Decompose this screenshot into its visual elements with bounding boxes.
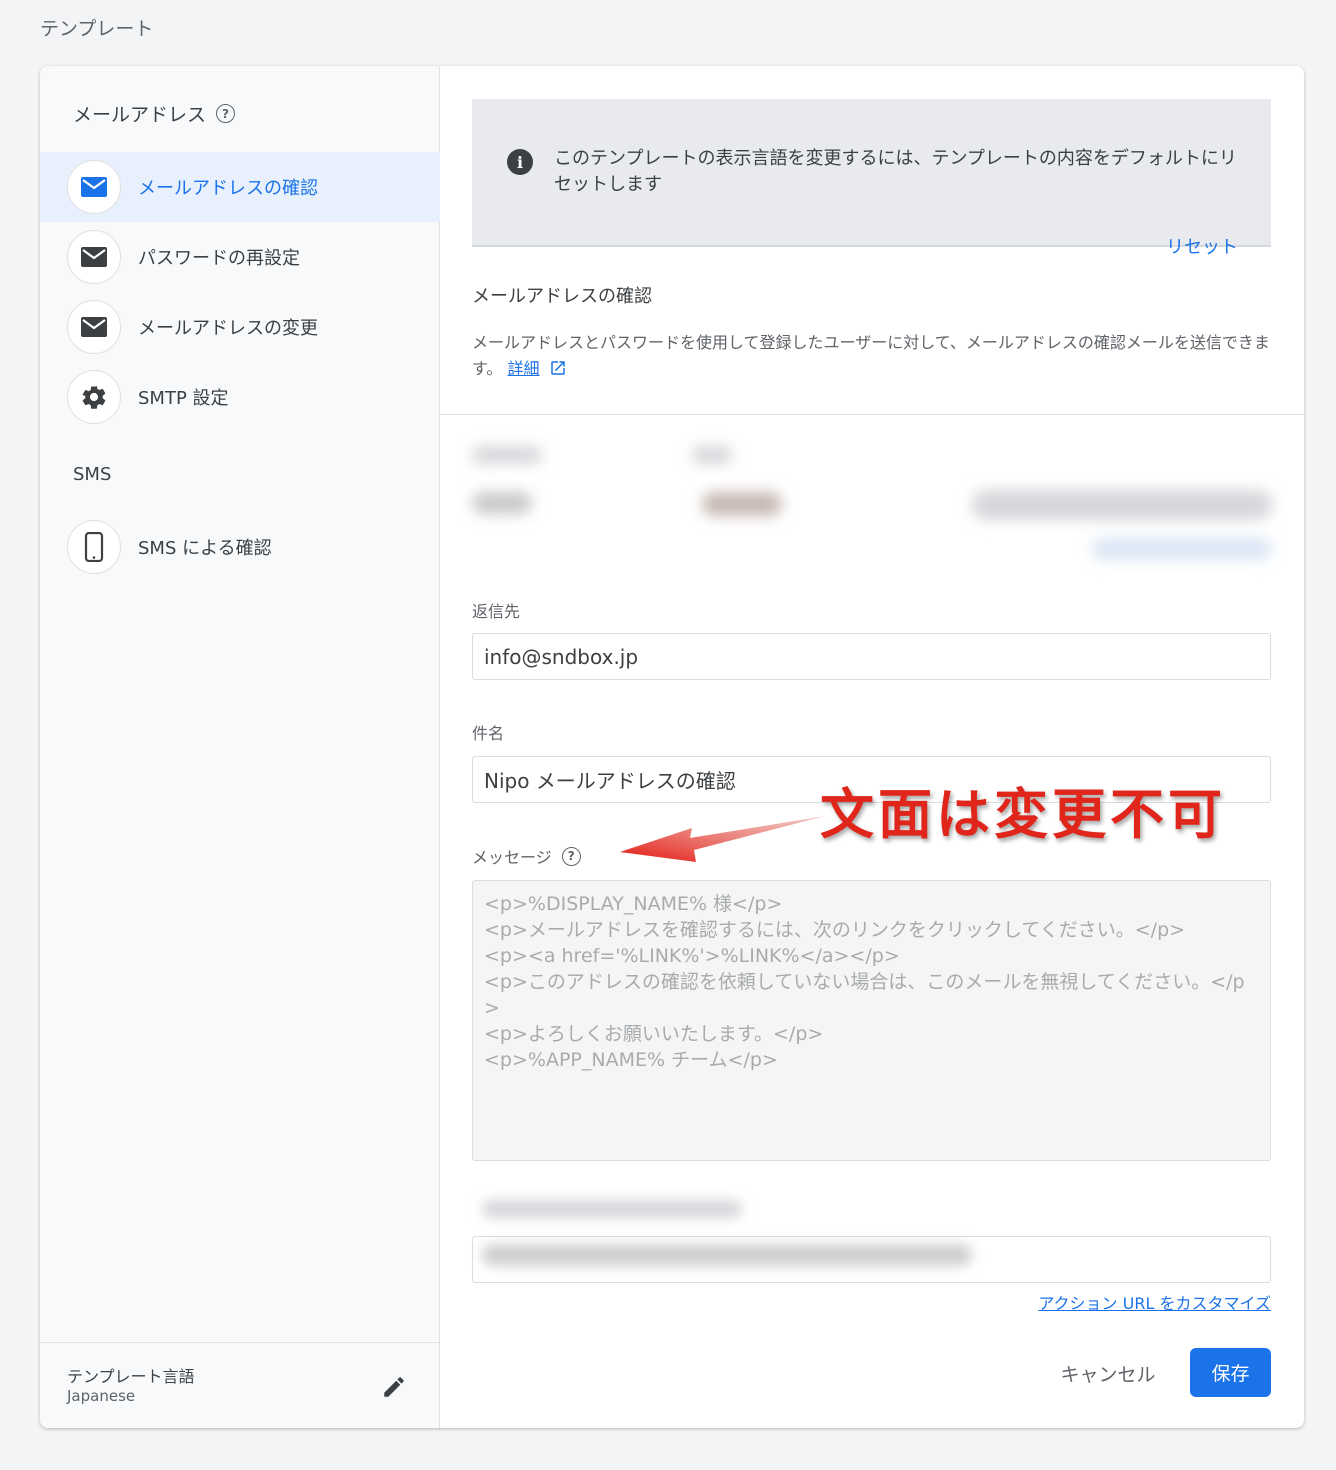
- reply-to-label: 返信先: [472, 602, 521, 621]
- template-language-value: Japanese: [67, 1387, 136, 1405]
- section-title: メールアドレスの確認: [472, 286, 652, 307]
- reset-link[interactable]: リセット: [1166, 233, 1238, 259]
- info-banner: i このテンプレートの表示言語を変更するには、テンプレートの内容をデフォルトにリ…: [472, 99, 1271, 258]
- annotation-text: 文面は変更不可: [820, 782, 1226, 846]
- edit-language-button[interactable]: [376, 1369, 412, 1405]
- annotation-arrow-icon: [620, 816, 825, 862]
- save-button[interactable]: 保存: [1190, 1348, 1271, 1397]
- info-icon: i: [507, 149, 533, 175]
- customize-action-url-link[interactable]: アクション URL をカスタマイズ: [1038, 1290, 1271, 1314]
- sidebar-item-email-verification[interactable]: メールアドレスの確認: [40, 152, 440, 222]
- template-language-label: テンプレート言語: [67, 1367, 195, 1386]
- action-url-input[interactable]: [472, 1236, 1271, 1283]
- cancel-button[interactable]: キャンセル: [1047, 1350, 1169, 1396]
- pencil-icon: [384, 1377, 404, 1397]
- sidebar-item-password-reset[interactable]: パスワードの再設定: [40, 222, 440, 292]
- message-label: メッセージ: [472, 848, 552, 867]
- sidebar-item-label: SMS による確認: [138, 538, 272, 559]
- section-description: メールアドレスとパスワードを使用して登録したユーザーに対して、メールアドレスの確…: [472, 330, 1272, 382]
- email-section-heading: メールアドレス ?: [73, 100, 236, 127]
- info-text: このテンプレートの表示言語を変更するには、テンプレートの内容をデフォルトにリセッ…: [554, 148, 1237, 195]
- sidebar-item-label: メールアドレスの確認: [138, 178, 318, 199]
- sidebar-item-smtp-settings[interactable]: SMTP 設定: [40, 362, 440, 432]
- mail-icon: [67, 300, 121, 354]
- sidebar-item-sms-verification[interactable]: SMS による確認: [40, 512, 440, 582]
- sidebar-item-label: パスワードの再設定: [138, 248, 300, 269]
- details-link[interactable]: 詳細: [508, 359, 540, 378]
- sidebar-item-email-change[interactable]: メールアドレスの変更: [40, 292, 440, 362]
- template-language-footer: テンプレート言語 Japanese: [40, 1342, 440, 1428]
- reply-to-input[interactable]: info@sndbox.jp: [472, 633, 1271, 680]
- phone-icon: [67, 520, 121, 574]
- gear-icon: [67, 370, 121, 424]
- email-heading-label: メールアドレス: [73, 104, 207, 126]
- message-label-row: メッセージ ?: [472, 844, 581, 868]
- subject-label: 件名: [472, 724, 505, 743]
- main-panel: i このテンプレートの表示言語を変更するには、テンプレートの内容をデフォルトにリ…: [440, 66, 1304, 1428]
- mail-icon: [67, 230, 121, 284]
- external-link-icon[interactable]: [549, 359, 567, 377]
- sidebar-item-label: SMTP 設定: [138, 388, 229, 409]
- help-icon[interactable]: ?: [561, 846, 581, 866]
- mail-icon: [67, 160, 121, 214]
- page-title: テンプレート: [40, 18, 154, 40]
- section-description-text: メールアドレスとパスワードを使用して登録したユーザーに対して、メールアドレスの確…: [472, 333, 1270, 378]
- message-textarea[interactable]: <p>%DISPLAY_NAME% 様</p> <p>メールアドレスを確認するに…: [472, 880, 1271, 1161]
- template-card: メールアドレス ? メールアドレスの確認 パスワードの再設定 メールアドレスの変…: [40, 66, 1304, 1428]
- redacted-sender-fields: [472, 446, 1304, 576]
- sidebar: メールアドレス ? メールアドレスの確認 パスワードの再設定 メールアドレスの変…: [40, 66, 440, 1428]
- divider: [440, 414, 1304, 415]
- help-icon[interactable]: ?: [216, 104, 236, 123]
- sidebar-item-label: メールアドレスの変更: [138, 318, 318, 339]
- sms-section-heading: SMS: [73, 464, 112, 485]
